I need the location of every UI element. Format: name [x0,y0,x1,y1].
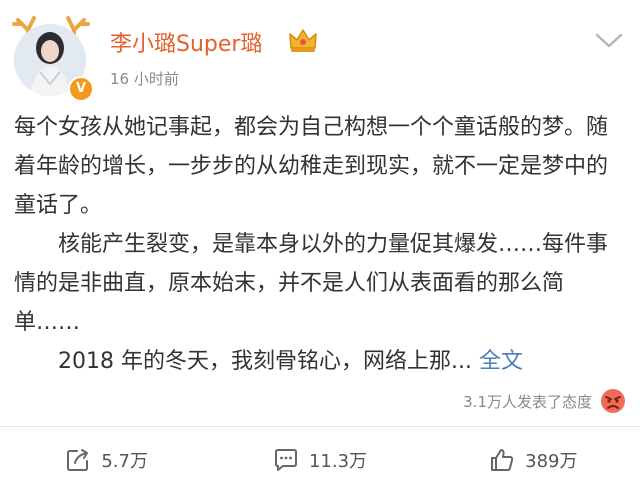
repost-button[interactable]: 5.7万 [0,427,213,493]
like-button[interactable]: 389万 [427,427,640,493]
comment-count: 11.3万 [308,451,368,472]
reaction-summary[interactable]: 3.1万人发表了态度 [463,386,626,416]
post-paragraph: 核能产生裂变，是靠本身以外的力量促其爆发……每件事情的是非曲直，原本始末，并不是… [14,232,609,335]
post-paragraph: 2018 年的冬天，我刻骨铭心，网络上那... 全文 [58,349,523,374]
angry-emoji-icon [601,389,625,413]
like-count: 389万 [525,451,578,472]
avatar-container[interactable]: V [8,8,104,104]
repost-count: 5.7万 [101,451,148,472]
full-text-link[interactable]: 全文 [479,349,523,374]
vip-badge-icon: V [68,76,94,102]
repost-icon [67,449,89,471]
comment-icon [274,449,297,471]
like-icon [491,449,514,471]
reaction-text: 3.1万人发表了态度 [463,392,592,411]
post-paragraph: 每个女孩从她记事起，都会为自己构想一个个童话般的梦。随着年龄的增长，一步步的从幼… [14,115,609,218]
comment-button[interactable]: 11.3万 [213,427,426,493]
post-content: 每个女孩从她记事起，都会为自己构想一个个童话般的梦。随着年龄的增长，一步步的从幼… [14,108,626,381]
post-header: V 李小璐Super璐 16 小时前 [0,0,640,102]
post-timestamp[interactable]: 16 小时前 [110,68,179,89]
action-bar: 5.7万 11.3万 389万 [0,427,640,493]
chevron-down-icon[interactable] [594,32,624,50]
username-link[interactable]: 李小璐Super璐 [110,26,262,58]
crown-icon[interactable] [288,28,318,54]
